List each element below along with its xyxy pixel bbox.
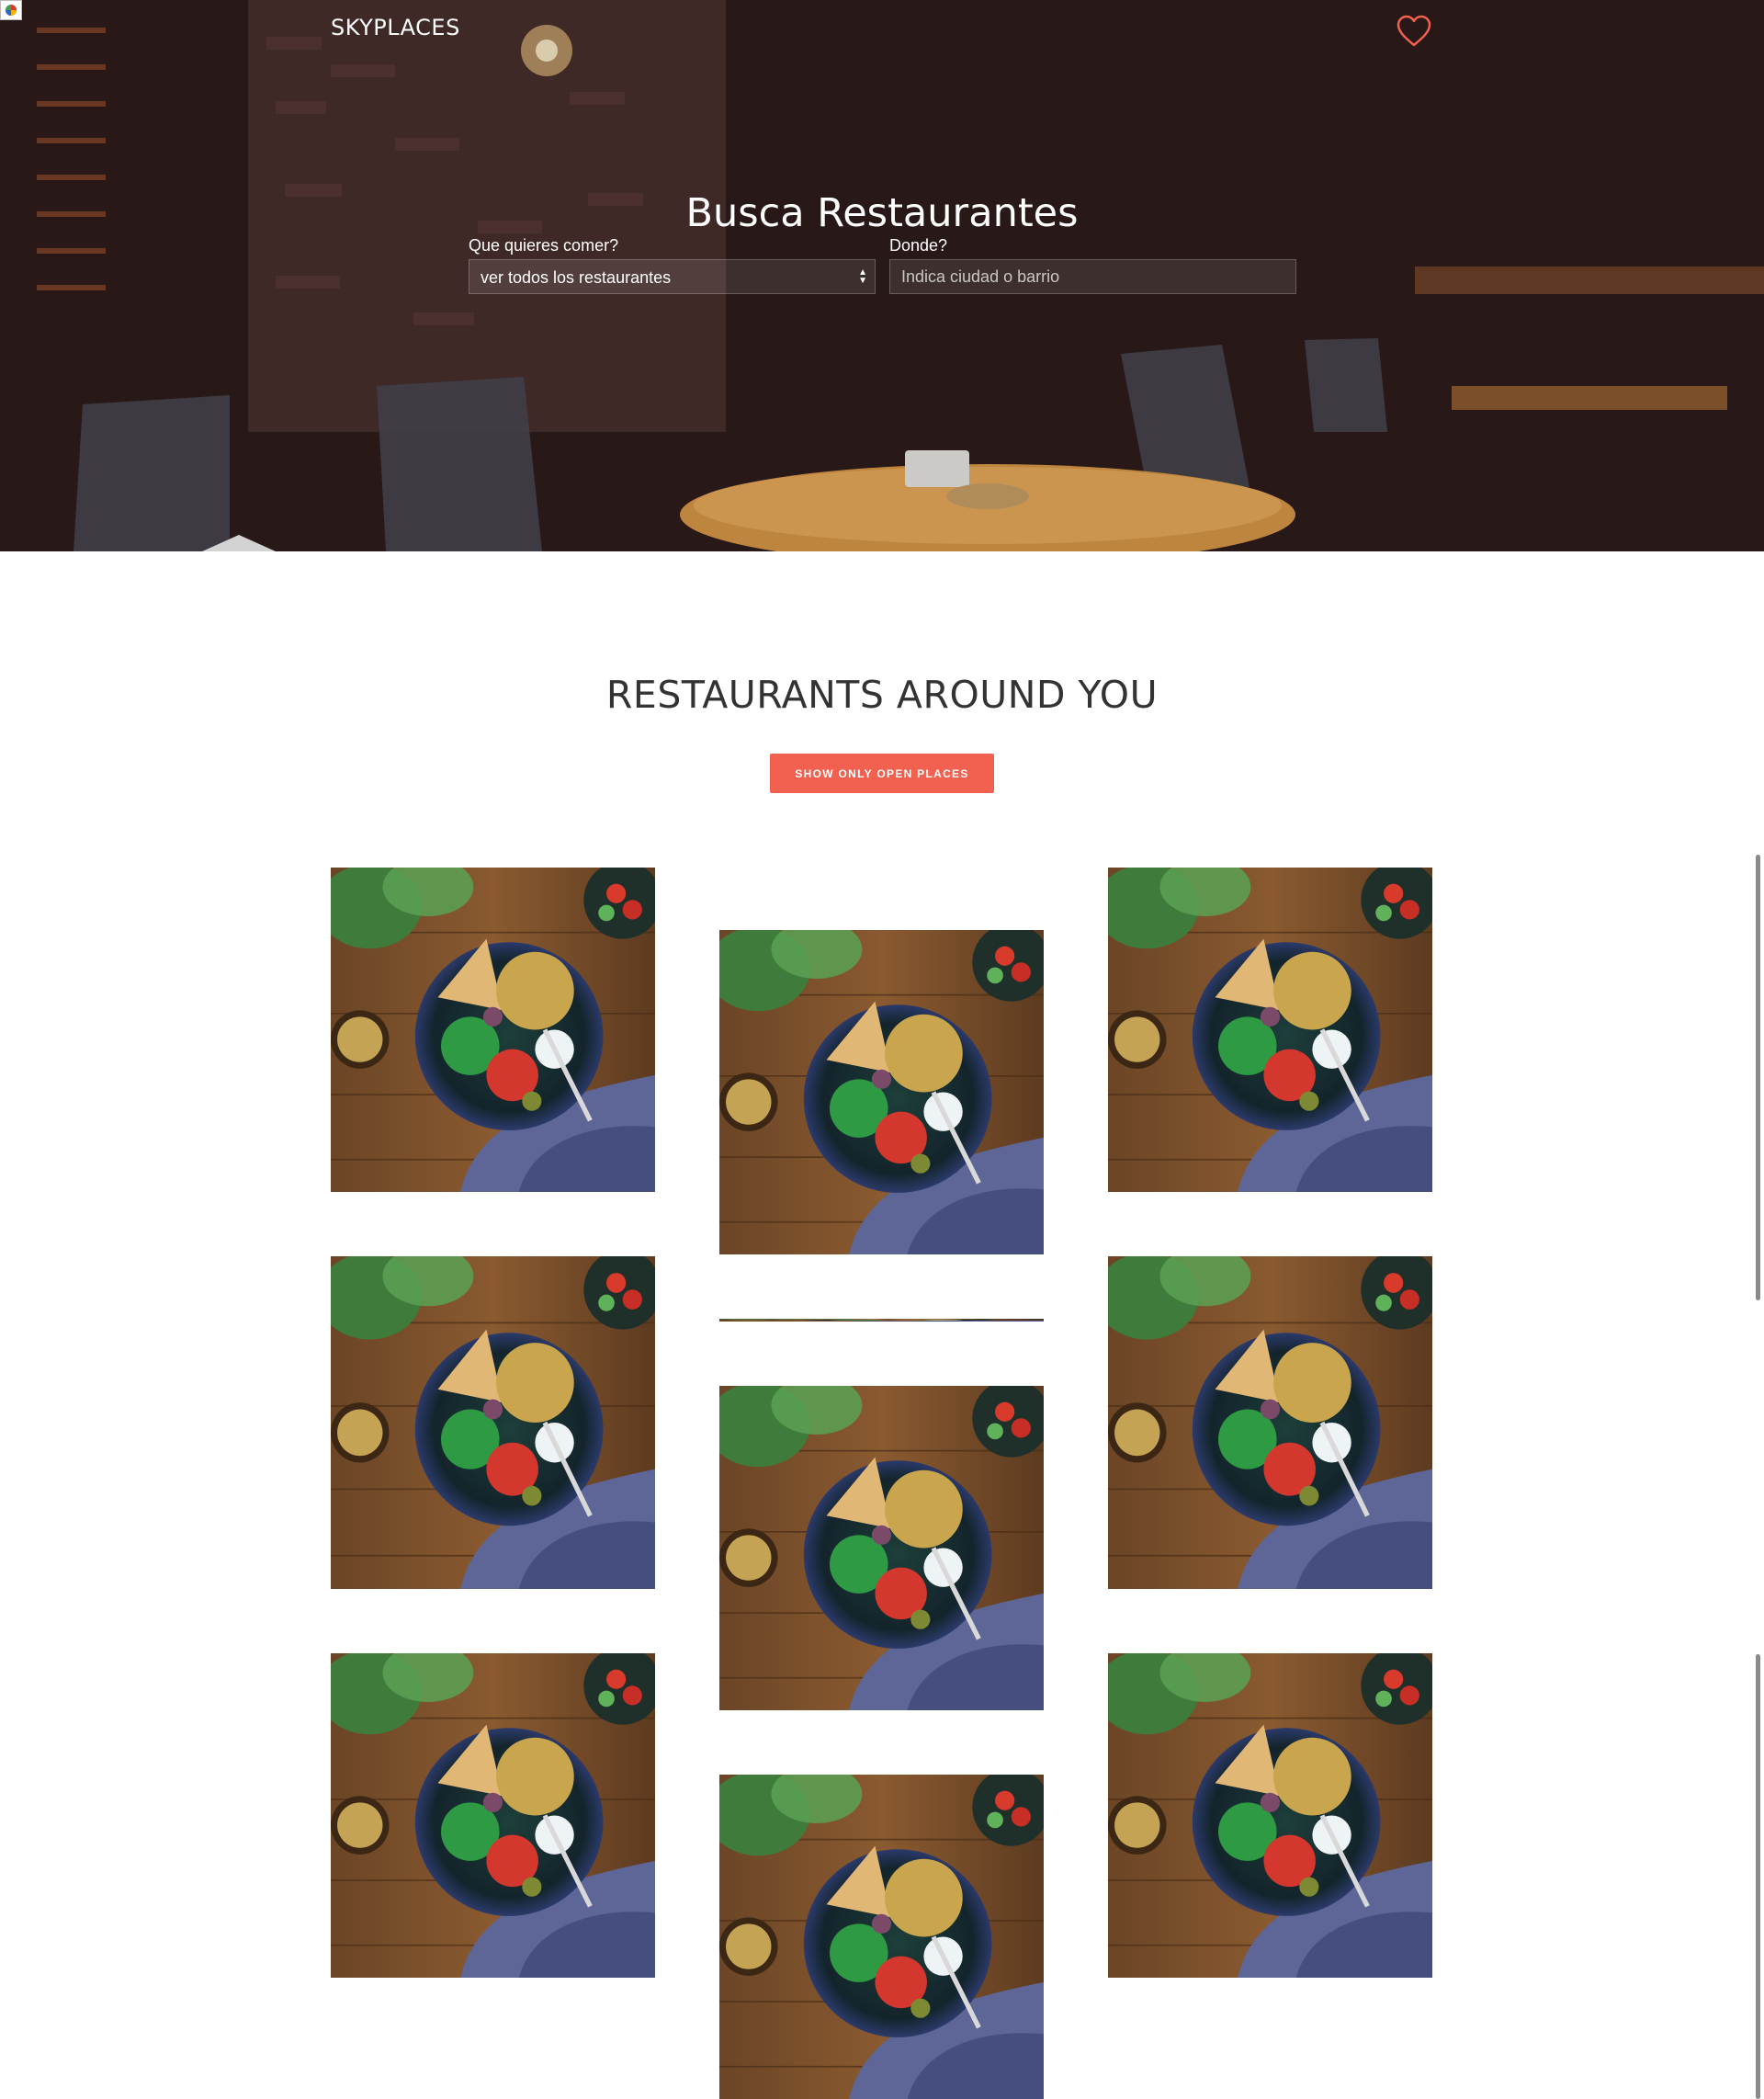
search-title: Busca Restaurantes xyxy=(685,189,1079,236)
restaurant-card[interactable] xyxy=(719,1775,1044,2099)
food-bowl-photo xyxy=(1108,1653,1432,1978)
food-bowl-photo xyxy=(331,1256,655,1589)
restaurant-card[interactable] xyxy=(1108,1256,1432,1589)
select-arrows-icon: ▲ ▼ xyxy=(858,267,867,286)
heart-outline-icon xyxy=(1396,15,1431,47)
restaurant-card[interactable] xyxy=(331,868,655,1192)
restaurant-card[interactable] xyxy=(331,1256,655,1589)
food-bowl-photo xyxy=(1108,1256,1432,1589)
food-bowl-photo xyxy=(719,1775,1044,2099)
food-bowl-photo xyxy=(1108,868,1432,1192)
restaurant-card[interactable] xyxy=(719,1319,1044,1322)
favorites-button[interactable] xyxy=(1395,13,1433,50)
food-type-value: ver todos los restaurantes xyxy=(481,268,672,287)
food-bowl-photo xyxy=(331,1653,655,1978)
brand-logo[interactable]: SKYPLACES xyxy=(331,15,460,40)
restaurant-card[interactable] xyxy=(1108,868,1432,1192)
food-bowl-photo xyxy=(719,1386,1044,1710)
food-type-select[interactable]: ver todos los restaurantes ▲ ▼ xyxy=(469,259,876,294)
food-type-label: Que quieres comer? xyxy=(469,236,619,255)
restaurant-card[interactable] xyxy=(1108,1653,1432,1978)
food-bowl-photo xyxy=(331,868,655,1192)
browser-extension-icon xyxy=(0,0,22,20)
location-label: Donde? xyxy=(889,236,948,255)
show-open-places-button[interactable]: SHOW ONLY OPEN PLACES xyxy=(770,754,994,793)
scrollbar-thumb[interactable] xyxy=(1756,1654,1760,2099)
restaurant-card[interactable] xyxy=(719,1386,1044,1710)
food-bowl-photo xyxy=(719,1319,1044,1322)
food-bowl-photo xyxy=(719,930,1044,1254)
restaurant-card[interactable] xyxy=(331,1653,655,1978)
restaurant-card[interactable] xyxy=(719,930,1044,1254)
restaurant-background-image xyxy=(0,0,1764,551)
location-input[interactable] xyxy=(889,259,1296,294)
section-title: RESTAURANTS AROUND YOU xyxy=(605,673,1159,718)
scrollbar-thumb[interactable] xyxy=(1756,855,1760,1300)
hero-banner: SKYPLACES Busca Restaurantes Que quieres… xyxy=(0,0,1764,551)
